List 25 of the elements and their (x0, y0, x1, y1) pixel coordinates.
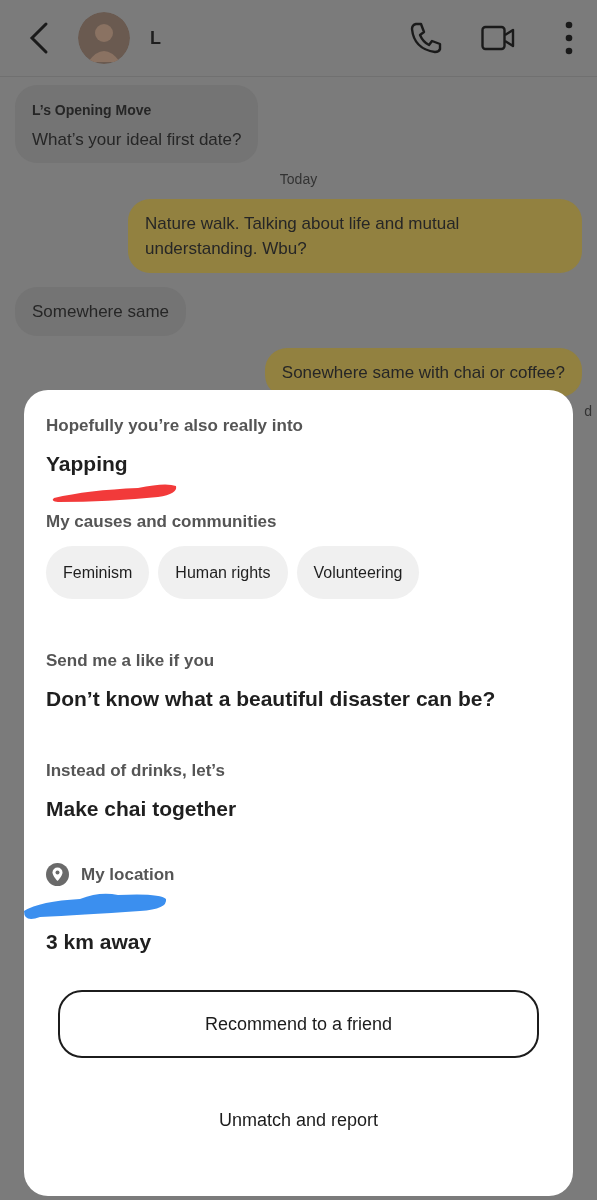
distance-text: 3 km away (46, 930, 153, 954)
prompt-answer: Don’t know what a beautiful disaster can be? (46, 687, 497, 711)
phone-icon[interactable] (409, 21, 443, 55)
unmatch-button[interactable]: Unmatch and report (208, 1104, 389, 1137)
more-options-icon[interactable] (565, 21, 573, 55)
bubble-label: L’s Opening Move (32, 101, 153, 120)
interest-value: Yapping (46, 452, 129, 476)
contact-name: L (150, 27, 161, 49)
back-icon[interactable] (28, 21, 50, 55)
prompt-label: Send me a like if you (46, 651, 216, 671)
prompt-answer: Make chai together (46, 797, 238, 821)
section-label: My location (81, 864, 175, 885)
recommend-button[interactable]: Recommend to a friend (58, 990, 539, 1058)
prompt-label: Instead of drinks, let’s (46, 761, 226, 781)
video-call-icon[interactable] (481, 25, 515, 51)
message-text: What’s your ideal first date? (32, 130, 242, 149)
section-label: Hopefully you’re also really into (46, 416, 304, 436)
date-separator: Today (279, 171, 318, 187)
message-status: d (584, 403, 592, 419)
received-message: Somewhere same (15, 287, 186, 336)
sent-message: Nature walk. Talking about life and mutual understanding. Wbu? (128, 199, 582, 273)
section-label: My causes and communities (46, 512, 278, 532)
interest-chip: Volunteering (296, 546, 420, 599)
interest-chip: Human rights (158, 546, 288, 599)
location-pin-icon (46, 863, 69, 886)
